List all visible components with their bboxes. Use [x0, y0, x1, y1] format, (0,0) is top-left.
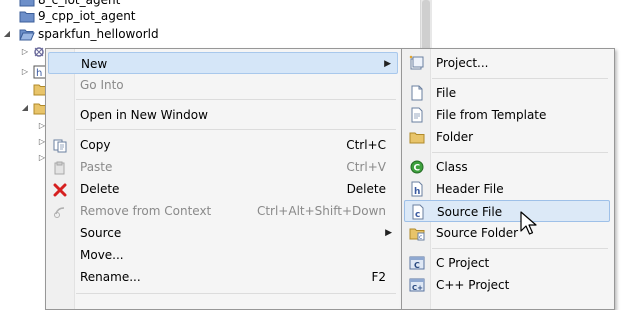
submenu-item-header-file[interactable]: h Header File — [404, 178, 610, 200]
menu-item-rename[interactable]: Rename... F2 — [48, 266, 398, 288]
tree-item[interactable] — [0, 80, 49, 98]
svg-text:C+: C+ — [412, 284, 423, 292]
submenu-item-class[interactable]: C Class — [404, 156, 610, 178]
file-template-icon — [409, 107, 425, 123]
menu-separator — [76, 99, 396, 100]
submenu-item-label: C Project — [436, 256, 490, 270]
cpp-project-icon: C+ — [409, 277, 425, 293]
menu-item-accelerator: Delete — [346, 182, 386, 196]
submenu-item-label: File from Template — [436, 108, 547, 122]
submenu-item-source-folder[interactable]: c Source Folder — [404, 222, 610, 244]
menu-item-new[interactable]: New ▶ — [48, 52, 398, 74]
menu-item-label: Go Into — [80, 78, 124, 92]
menu-item-copy[interactable]: Copy Ctrl+C — [48, 134, 398, 156]
menu-item-go-into[interactable]: Go Into — [48, 74, 398, 96]
menu-item-source[interactable]: Source ▶ — [48, 222, 398, 244]
menu-item-label: New — [81, 57, 108, 71]
expanded-triangle-icon[interactable]: ◢ — [20, 99, 30, 117]
tree-item-label: sparkfun_helloworld — [38, 27, 159, 41]
menu-item-remove-from-context[interactable]: Remove from Context Ctrl+Alt+Shift+Down — [48, 200, 398, 222]
context-menu: New ▶ Go Into Open in New Window Copy Ct… — [45, 48, 402, 310]
c-project-icon: C — [409, 255, 425, 271]
menu-item-label: Delete — [80, 182, 120, 196]
svg-text:C: C — [414, 261, 420, 270]
source-file-icon: c — [410, 204, 426, 220]
submenu-item-label: Class — [436, 160, 468, 174]
tree-item[interactable]: ▷ — [0, 149, 45, 167]
folder-icon — [19, 0, 35, 7]
menu-item-open-in-new-window[interactable]: Open in New Window — [48, 104, 398, 126]
menu-item-label: Copy — [80, 138, 111, 152]
menu-item-accelerator: Ctrl+V — [346, 160, 386, 174]
menu-item-move[interactable]: Move... — [48, 244, 398, 266]
svg-text:c: c — [419, 234, 422, 241]
menu-item-delete[interactable]: Delete Delete — [48, 178, 398, 200]
collapsed-triangle-icon[interactable]: ▷ — [20, 43, 30, 61]
menu-item-label: Rename... — [80, 270, 141, 284]
submenu-item-folder[interactable]: Folder — [404, 126, 610, 148]
open-folder-icon — [19, 27, 35, 41]
new-submenu: Project... File File from Template Folde… — [401, 48, 615, 310]
tree-item[interactable]: ▷ h — [0, 63, 47, 81]
menu-separator — [432, 248, 608, 249]
copy-icon — [53, 138, 67, 153]
expanded-triangle-icon[interactable]: ◢ — [2, 25, 12, 43]
menu-item-label: Move... — [80, 248, 124, 262]
menu-separator — [432, 78, 608, 79]
tree-item[interactable]: ◢ sparkfun_helloworld — [0, 25, 380, 43]
menu-item-label: Remove from Context — [80, 204, 212, 218]
delete-icon — [53, 182, 67, 197]
remove-context-icon — [53, 204, 67, 218]
submenu-item-source-file[interactable]: c Source File — [404, 200, 610, 222]
submenu-arrow-icon: ▶ — [385, 228, 392, 238]
folder-icon — [19, 9, 35, 23]
tree-item[interactable]: 9_cpp_iot_agent — [0, 7, 380, 25]
submenu-item-label: Source Folder — [436, 226, 519, 240]
submenu-item-label: Header File — [436, 182, 504, 196]
tree-item-label: 9_cpp_iot_agent — [38, 9, 136, 23]
menu-item-accelerator: Ctrl+Alt+Shift+Down — [256, 204, 386, 218]
submenu-arrow-icon: ▶ — [384, 59, 391, 69]
submenu-item-file[interactable]: File — [404, 82, 610, 104]
menu-separator — [432, 152, 608, 153]
menu-item-label: Open in New Window — [80, 108, 208, 122]
submenu-item-cpp-project[interactable]: C+ C++ Project — [404, 274, 610, 296]
collapsed-triangle-icon[interactable]: ▷ — [20, 63, 30, 81]
menu-item-paste[interactable]: Paste Ctrl+V — [48, 156, 398, 178]
new-folder-icon — [409, 129, 425, 145]
menu-item-label: Paste — [80, 160, 113, 174]
menu-item-accelerator: F2 — [371, 270, 386, 284]
submenu-item-label: Folder — [436, 130, 474, 144]
svg-text:h: h — [36, 68, 42, 79]
svg-text:C: C — [414, 164, 421, 174]
mouse-cursor-icon — [520, 211, 538, 237]
svg-text:c: c — [415, 210, 420, 220]
menu-item-label: Source — [80, 226, 122, 240]
menu-item-accelerator: Ctrl+C — [346, 138, 386, 152]
class-icon: C — [409, 159, 425, 175]
submenu-item-c-project[interactable]: C C Project — [404, 252, 610, 274]
source-folder-icon: c — [409, 225, 425, 241]
svg-text:h: h — [414, 187, 420, 197]
new-file-icon — [409, 85, 425, 101]
submenu-item-label: Source File — [437, 205, 503, 219]
paste-icon — [53, 160, 67, 175]
tree-item[interactable]: ▷ — [0, 43, 45, 61]
submenu-item-label: File — [436, 86, 457, 100]
menu-separator — [76, 293, 396, 294]
submenu-item-project[interactable]: Project... — [404, 52, 610, 74]
submenu-item-label: Project... — [436, 56, 489, 70]
submenu-item-label: C++ Project — [436, 278, 510, 292]
tree-item[interactable]: ◢ — [0, 99, 49, 117]
new-project-icon — [409, 55, 425, 71]
submenu-item-file-from-template[interactable]: File from Template — [404, 104, 610, 126]
header-file-icon: h — [409, 181, 425, 197]
menu-separator — [76, 129, 396, 130]
